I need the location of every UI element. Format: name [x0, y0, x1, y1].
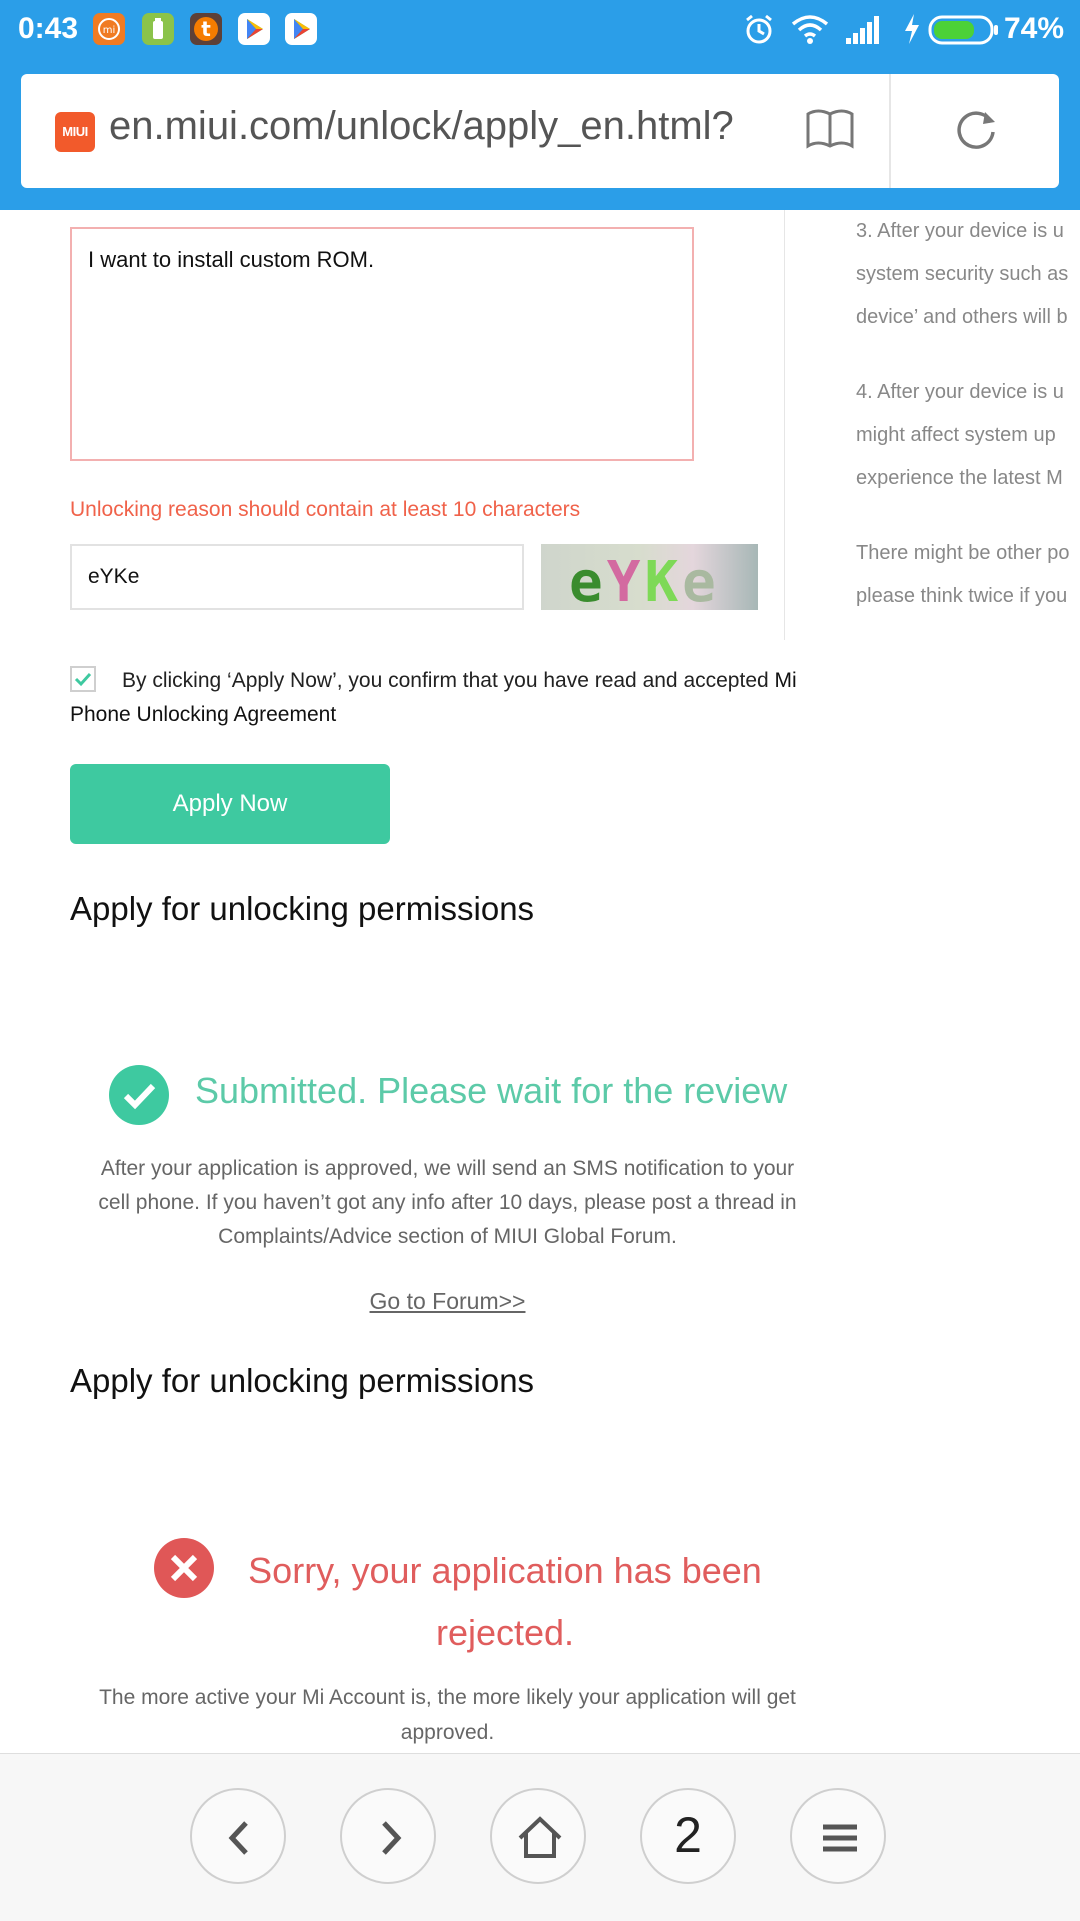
- home-button[interactable]: [490, 1788, 586, 1884]
- unlock-reason-textarea[interactable]: I want to install custom ROM.: [70, 227, 694, 461]
- note-line: 3. After your device is u: [856, 220, 1064, 242]
- site-favicon: MIUI: [55, 112, 95, 152]
- note-line: system security such as: [856, 263, 1069, 285]
- forward-button[interactable]: [340, 1788, 436, 1884]
- play-store-icon: [238, 13, 270, 45]
- captcha-input[interactable]: eYKe: [70, 544, 524, 610]
- column-divider: [784, 210, 785, 640]
- alarm-icon: [742, 12, 776, 51]
- submitted-description: After your application is approved, we w…: [98, 1157, 797, 1248]
- refresh-icon[interactable]: [951, 104, 1001, 159]
- page-content: 3. After your device is u system securit…: [0, 210, 1080, 1753]
- note-5: There might be other po please think twi…: [856, 532, 1080, 618]
- captcha-image-text: eYKe: [569, 550, 720, 615]
- browser-bottom-nav: 2: [0, 1753, 1080, 1921]
- browser-toolbar: MIUI en.miui.com/unlock/apply_en.html?: [0, 60, 1080, 210]
- section-heading: Apply for unlocking permissions: [70, 1362, 535, 1399]
- apply-now-button[interactable]: Apply Now: [70, 764, 390, 844]
- rejected-title: Sorry, your application has been rejecte…: [248, 1550, 762, 1653]
- note-line: please think twice if you: [856, 585, 1068, 607]
- status-bar: 0:43 mi t 74%: [0, 0, 1080, 60]
- reason-error-message: Unlocking reason should contain at least…: [70, 498, 581, 521]
- url-text[interactable]: en.miui.com/unlock/apply_en.html?: [109, 104, 769, 149]
- note-3: 3. After your device is u system securit…: [856, 210, 1080, 339]
- note-line: There might be other po: [856, 542, 1070, 564]
- charging-icon: [902, 12, 922, 51]
- tabs-count: 2: [674, 1807, 702, 1863]
- svg-text:mi: mi: [103, 25, 116, 36]
- tabs-button[interactable]: 2: [640, 1788, 736, 1884]
- hamburger-menu-icon: [823, 1824, 857, 1852]
- battery-icon: [928, 15, 1000, 50]
- note-line: 4. After your device is u: [856, 381, 1064, 403]
- menu-button[interactable]: [790, 1788, 886, 1884]
- wifi-icon: [790, 12, 830, 51]
- agreement-text: By clicking ‘Apply Now’, you confirm tha…: [70, 669, 797, 726]
- reader-mode-icon[interactable]: [804, 104, 856, 159]
- home-icon: [518, 1816, 562, 1858]
- go-to-forum-link[interactable]: Go to Forum>>: [0, 1288, 895, 1315]
- x-circle-icon: [154, 1538, 214, 1598]
- note-4: 4. After your device is u might affect s…: [856, 371, 1080, 500]
- mi-icon: mi: [93, 13, 125, 45]
- battery-app-icon: [142, 13, 174, 45]
- checkmark-icon: [74, 672, 92, 687]
- rejected-description: The more active your Mi Account is, the …: [99, 1686, 796, 1744]
- play-store-icon: [285, 13, 317, 45]
- address-bar[interactable]: MIUI en.miui.com/unlock/apply_en.html?: [21, 74, 1059, 188]
- battery-percent: 74%: [1003, 12, 1064, 45]
- chevron-right-icon: [382, 1821, 402, 1855]
- clock: 0:43: [18, 12, 79, 45]
- check-circle-icon: [109, 1065, 169, 1125]
- note-line: experience the latest M: [856, 467, 1063, 489]
- signal-icon: [846, 14, 886, 49]
- note-line: might affect system up: [856, 424, 1056, 446]
- chevron-left-icon: [228, 1821, 248, 1855]
- t-app-icon: t: [190, 13, 222, 45]
- submitted-title: Submitted. Please wait for the review: [195, 1070, 788, 1111]
- back-button[interactable]: [190, 1788, 286, 1884]
- agreement-checkbox[interactable]: [70, 666, 96, 692]
- unlock-notes: 3. After your device is u system securit…: [856, 210, 1080, 650]
- section-heading: Apply for unlocking permissions: [70, 890, 535, 927]
- address-bar-divider: [889, 74, 891, 188]
- note-line: device’ and others will b: [856, 306, 1068, 328]
- svg-text:t: t: [201, 17, 211, 41]
- captcha-image[interactable]: eYKe: [541, 544, 758, 615]
